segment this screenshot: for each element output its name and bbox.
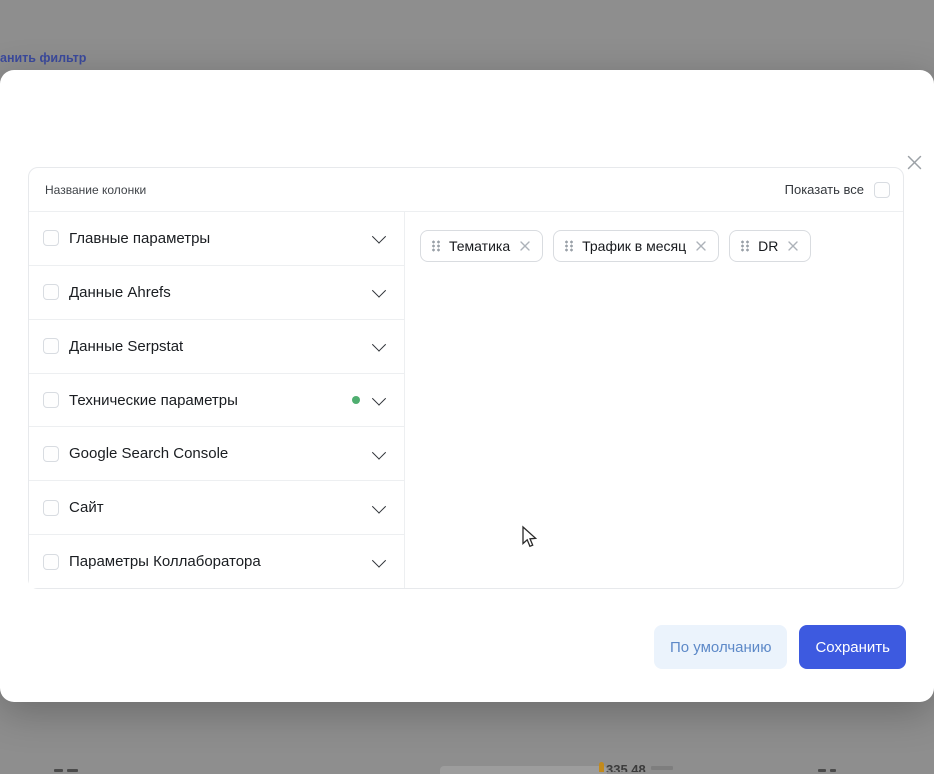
group-checkbox[interactable] (43, 338, 59, 354)
background-metric-value: 335.48 (606, 763, 646, 772)
chip-label: Трафик в месяц (582, 238, 686, 254)
group-row-collaborator-params[interactable]: Параметры Коллаборатора (29, 535, 404, 588)
group-row-google-search-console[interactable]: Google Search Console (29, 427, 404, 481)
group-label: Главные параметры (69, 230, 210, 247)
group-label: Данные Ahrefs (69, 284, 171, 301)
group-checkbox[interactable] (43, 284, 59, 300)
close-icon (788, 241, 798, 251)
chip-tematika[interactable]: Тематика (420, 230, 543, 262)
columns-panel: Название колонки Показать все Главные па… (28, 167, 904, 589)
show-all-checkbox[interactable] (874, 182, 890, 198)
group-row-serpstat[interactable]: Данные Serpstat (29, 320, 404, 374)
close-icon (696, 241, 706, 251)
close-icon (907, 155, 922, 170)
drag-handle-icon[interactable] (432, 240, 440, 252)
column-name-header: Название колонки (45, 183, 146, 197)
group-checkbox[interactable] (43, 392, 59, 408)
chip-remove-button[interactable] (695, 240, 707, 252)
group-row-ahrefs[interactable]: Данные Ahrefs (29, 266, 404, 320)
chevron-down-icon[interactable] (372, 553, 386, 567)
chip-label: DR (758, 238, 778, 254)
default-button[interactable]: По умолчанию (654, 625, 787, 669)
group-label: Google Search Console (69, 445, 228, 462)
panel-header: Название колонки Показать все (29, 168, 903, 212)
modal-footer: По умолчанию Сохранить (654, 625, 906, 669)
group-row-site[interactable]: Сайт (29, 481, 404, 535)
chip-label: Тематика (449, 238, 510, 254)
chip-remove-button[interactable] (519, 240, 531, 252)
show-all-label: Показать все (785, 182, 864, 197)
chip-dr[interactable]: DR (729, 230, 811, 262)
close-icon (520, 241, 530, 251)
group-label: Технические параметры (69, 392, 238, 409)
group-checkbox[interactable] (43, 554, 59, 570)
group-checkbox[interactable] (43, 500, 59, 516)
chip-remove-button[interactable] (787, 240, 799, 252)
group-checkbox[interactable] (43, 446, 59, 462)
group-label: Сайт (69, 499, 104, 516)
chevron-down-icon[interactable] (372, 284, 386, 298)
chevron-down-icon[interactable] (372, 392, 386, 406)
drag-handle-icon[interactable] (741, 240, 749, 252)
group-label: Данные Serpstat (69, 338, 183, 355)
chevron-down-icon[interactable] (372, 230, 386, 244)
status-dot-icon (352, 396, 360, 404)
column-groups-list: Главные параметры Данные Ahrefs Данные S… (29, 212, 405, 588)
selected-columns-area: Тематика Трафик в месяц (405, 212, 903, 588)
group-row-technical-params[interactable]: Технические параметры (29, 374, 404, 428)
panel-body: Главные параметры Данные Ahrefs Данные S… (29, 212, 903, 588)
save-button[interactable]: Сохранить (799, 625, 906, 669)
group-label: Параметры Коллаборатора (69, 553, 261, 570)
show-all-control: Показать все (785, 182, 890, 198)
chevron-down-icon[interactable] (372, 445, 386, 459)
chevron-down-icon[interactable] (372, 499, 386, 513)
metric-flame-icon (599, 762, 604, 772)
chevron-down-icon[interactable] (372, 338, 386, 352)
chip-traffic-per-month[interactable]: Трафик в месяц (553, 230, 719, 262)
save-filter-link[interactable]: анить фильтр (0, 51, 86, 65)
table-settings-modal: Настройки таблицы Название колонки Показ… (0, 70, 934, 702)
drag-handle-icon[interactable] (565, 240, 573, 252)
group-row-main-params[interactable]: Главные параметры (29, 212, 404, 266)
background-table-badge (440, 766, 607, 774)
background-text-fragment (651, 766, 673, 770)
close-button[interactable] (905, 153, 923, 171)
group-checkbox[interactable] (43, 230, 59, 246)
